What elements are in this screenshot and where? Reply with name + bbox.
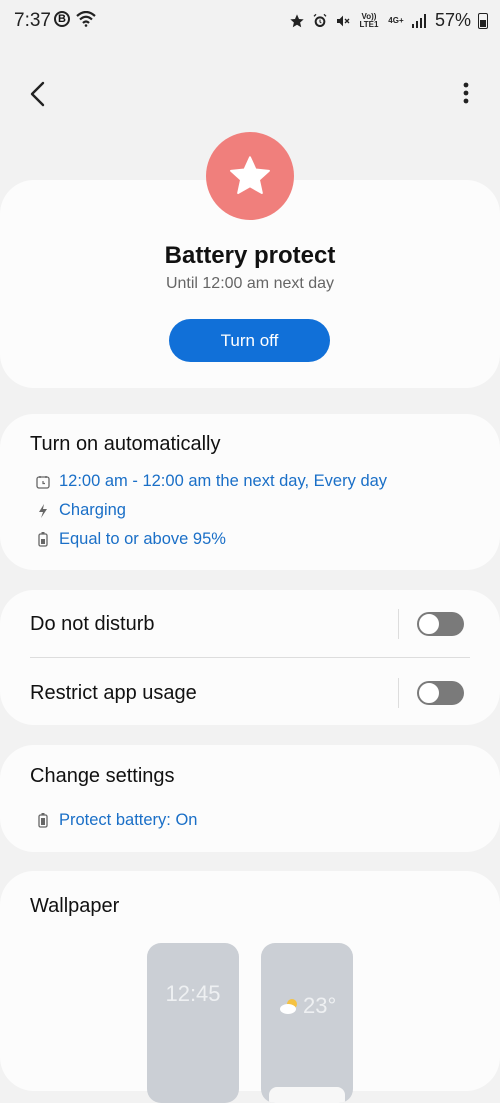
- mode-title: Battery protect: [164, 242, 336, 269]
- battery-level-condition: Equal to or above 95%: [36, 530, 226, 549]
- calendar-clock-icon: [36, 475, 50, 489]
- status-bar: 7:37 B Vo)) LTE1 4G+ 57%: [0, 0, 500, 44]
- top-nav: [0, 70, 500, 118]
- battery-icon: [36, 532, 50, 547]
- turn-on-automatically-card[interactable]: Turn on automatically 12:00 am - 12:00 a…: [0, 414, 500, 570]
- wallpaper-title: Wallpaper: [30, 895, 120, 917]
- back-button[interactable]: [22, 78, 54, 110]
- status-left-icons: B: [54, 11, 96, 27]
- turn-off-button[interactable]: Turn off: [169, 319, 330, 362]
- change-settings-title: Change settings: [30, 765, 175, 787]
- schedule-condition: 12:00 am - 12:00 am the next day, Every …: [36, 472, 387, 491]
- switch-knob: [418, 682, 440, 704]
- restrict-app-usage-row[interactable]: Restrict app usage: [0, 660, 500, 726]
- partly-sunny-icon: [280, 999, 297, 1014]
- charging-condition-text: Charging: [59, 501, 126, 519]
- switch-knob: [418, 613, 440, 635]
- volte-indicator: Vo)) LTE1: [359, 11, 379, 29]
- lock-screen-clock: 12:45: [165, 981, 221, 1006]
- do-not-disturb-row[interactable]: Do not disturb: [0, 591, 500, 657]
- home-screen-wallpaper-thumbnail[interactable]: 23°: [261, 943, 353, 1103]
- charging-condition: Charging: [36, 501, 126, 520]
- b-badge-icon: B: [54, 11, 70, 27]
- more-options-button[interactable]: [458, 80, 474, 110]
- toggles-card: Do not disturb Restrict app usage: [0, 590, 500, 725]
- toggle-separator: [398, 609, 399, 639]
- do-not-disturb-label: Do not disturb: [30, 613, 155, 635]
- do-not-disturb-switch[interactable]: [417, 612, 464, 636]
- toggle-separator: [398, 678, 399, 708]
- turn-on-automatically-title: Turn on automatically: [30, 433, 221, 455]
- schedule-condition-text: 12:00 am - 12:00 am the next day, Every …: [59, 472, 388, 490]
- restrict-app-usage-label: Restrict app usage: [30, 682, 197, 704]
- protect-battery-text: Protect battery: On: [59, 811, 198, 829]
- battery-status-icon: [478, 12, 488, 29]
- mute-icon: [336, 15, 350, 26]
- row-divider: [30, 657, 470, 658]
- lock-screen-wallpaper-thumbnail[interactable]: 12:45: [147, 943, 239, 1103]
- more-vertical-icon: [463, 82, 469, 104]
- charging-bolt-icon: [36, 503, 50, 518]
- star-status-icon: [290, 13, 304, 27]
- status-right-icons: Vo)) LTE1 4G+ 57%: [289, 10, 488, 31]
- battery-protect-icon: [36, 813, 50, 828]
- battery-percent: 57%: [434, 10, 471, 30]
- restrict-app-usage-switch[interactable]: [417, 681, 464, 705]
- chevron-left-icon: [30, 81, 45, 107]
- star-icon: [230, 156, 270, 195]
- wifi-icon: [76, 11, 96, 27]
- status-time: 7:37: [14, 10, 51, 31]
- mode-subtitle: Until 12:00 am next day: [165, 275, 335, 292]
- alarm-icon: [313, 13, 327, 27]
- wallpaper-card: Wallpaper 12:45 23°: [0, 871, 500, 1103]
- mode-icon-circle: [206, 132, 294, 220]
- battery-level-condition-text: Equal to or above 95%: [59, 530, 226, 548]
- weather-widget: 23°: [279, 993, 336, 1019]
- home-screen-dock: [269, 1087, 345, 1103]
- signal-icon: [411, 13, 426, 28]
- network-indicator: 4G+: [388, 15, 404, 25]
- weather-temperature: 23°: [303, 993, 337, 1018]
- change-settings-card[interactable]: Change settings Protect battery: On: [0, 745, 500, 852]
- protect-battery-setting: Protect battery: On: [36, 811, 197, 830]
